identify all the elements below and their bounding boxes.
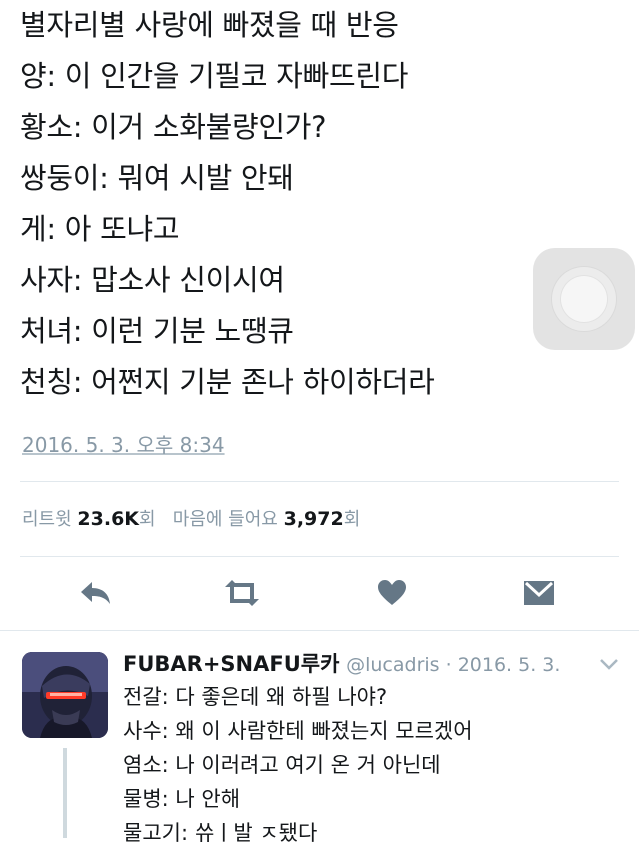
tweet-line: 천칭: 어쩐지 기분 존나 하이하더라 — [20, 365, 435, 399]
retweet-label: 리트윗 — [22, 509, 72, 530]
retweet-icon — [225, 580, 259, 606]
soldier-avatar-image — [22, 652, 108, 738]
heart-icon — [378, 580, 406, 605]
reply-line: 물고기: 쓔ㅣ발 ㅈ됐다 — [123, 821, 318, 845]
divider — [0, 630, 639, 631]
tweet-line: 황소: 이거 소화불량인가? — [20, 110, 327, 144]
reply-icon — [81, 582, 110, 604]
tweet-stats: 리트윗 23.6K회 마음에 들어요 3,972회 — [22, 505, 360, 531]
retweet-unit: 회 — [139, 509, 156, 530]
like-label: 마음에 들어요 — [172, 509, 278, 530]
tweet-line: 양: 이 인간을 기필코 자빠뜨린다 — [20, 59, 409, 93]
retweet-button[interactable] — [222, 575, 262, 611]
reply-line: 염소: 나 이러려고 여기 온 거 아닌데 — [123, 753, 441, 777]
reply-line: 물병: 나 안해 — [123, 787, 241, 811]
tweet-line: 게: 아 또냐고 — [20, 212, 180, 246]
like-count[interactable]: 3,972 — [284, 508, 344, 530]
reply-handle-date[interactable]: @lucadris · 2016. 5. 3. — [346, 654, 560, 676]
reply-text: 전갈: 다 좋은데 왜 하필 나야? 사수: 왜 이 사람한테 빠졌는지 모르겠… — [123, 680, 473, 850]
tweet-line: 처녀: 이런 기분 노땡큐 — [20, 314, 294, 348]
assistive-touch-button[interactable] — [533, 248, 635, 350]
divider — [20, 556, 619, 557]
assistive-touch-ring-inner — [561, 276, 607, 322]
divider — [20, 481, 619, 482]
like-unit: 회 — [343, 509, 361, 530]
retweet-count[interactable]: 23.6K — [77, 508, 139, 530]
tweet-line: 사자: 맙소사 신이시여 — [20, 263, 285, 297]
reply-header: FUBAR+SNAFU루카 @lucadris · 2016. 5. 3. — [123, 648, 560, 678]
direct-message-button[interactable] — [519, 575, 559, 611]
reply-menu-button[interactable] — [598, 656, 620, 670]
thread-connector — [63, 748, 67, 838]
like-button[interactable] — [372, 575, 412, 611]
tweet-timestamp[interactable]: 2016. 5. 3. 오후 8:34 — [22, 429, 225, 458]
tweet-text: 별자리별 사랑에 빠졌을 때 반응 양: 이 인간을 기필코 자빠뜨린다 황소:… — [20, 0, 520, 408]
reply-button[interactable] — [76, 575, 116, 611]
reply-line: 전갈: 다 좋은데 왜 하필 나야? — [123, 685, 388, 709]
tweet-line: 별자리별 사랑에 빠졌을 때 반응 — [20, 8, 399, 42]
reply-avatar[interactable] — [22, 652, 108, 738]
tweet-line: 쌍둥이: 뭐여 시발 안돼 — [20, 161, 294, 195]
chevron-down-icon — [600, 659, 618, 670]
reply-author-name[interactable]: FUBAR+SNAFU루카 — [123, 652, 339, 676]
envelope-icon — [524, 581, 554, 605]
reply-line: 사수: 왜 이 사람한테 빠졌는지 모르겠어 — [123, 719, 473, 743]
